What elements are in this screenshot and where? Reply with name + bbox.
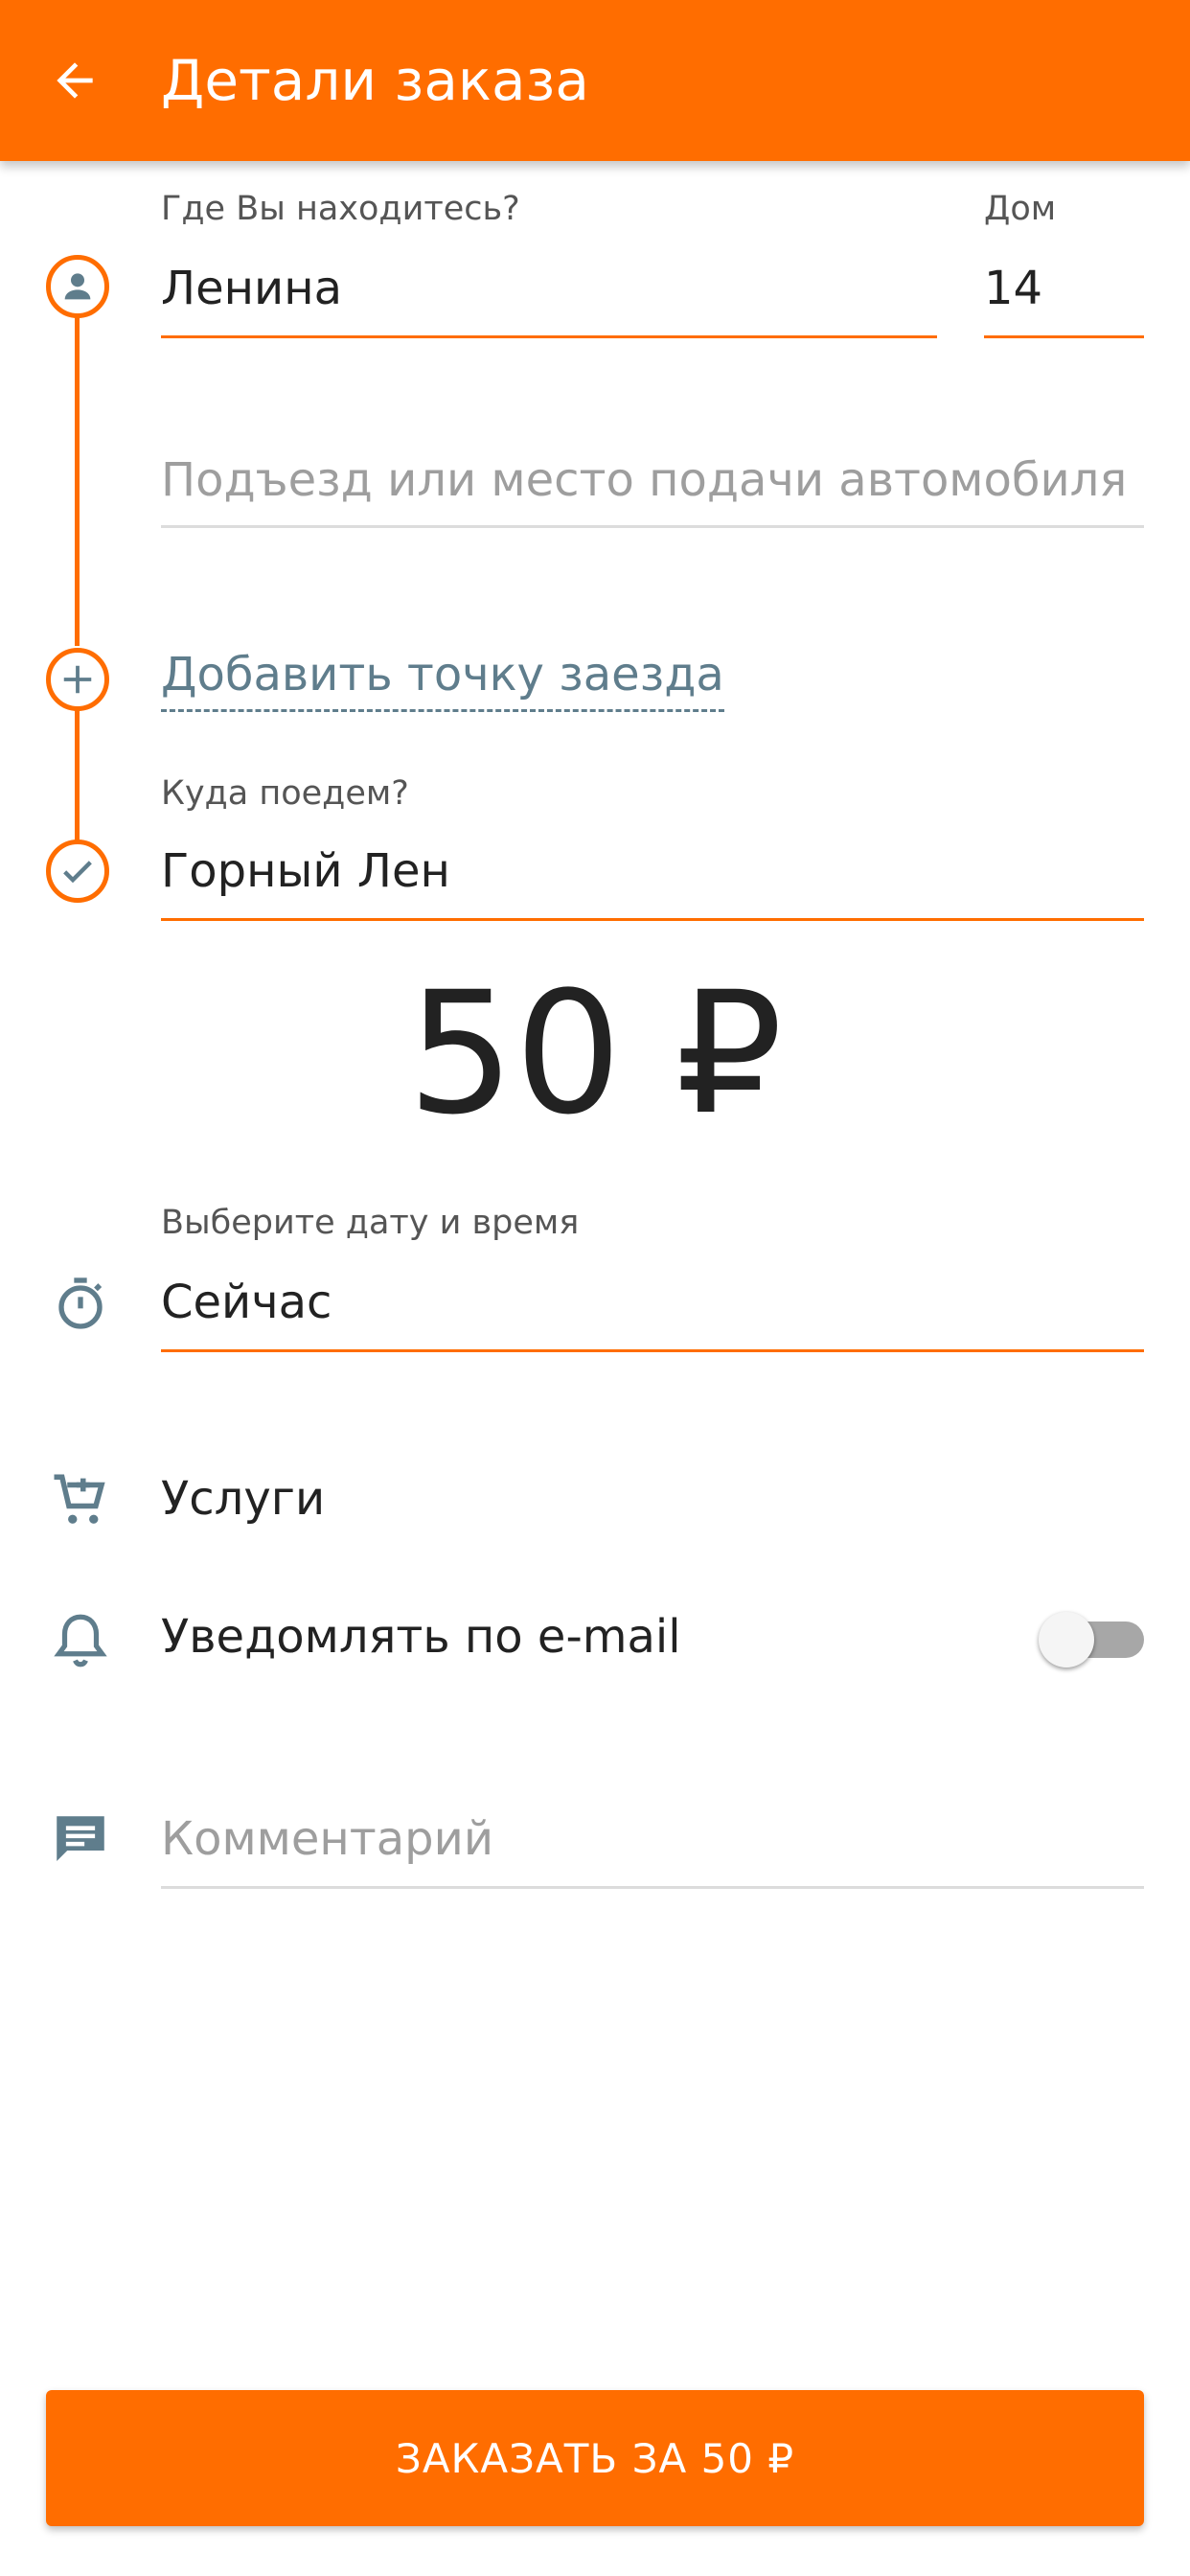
pickup-house-input[interactable] bbox=[984, 255, 1144, 322]
comment-icon bbox=[57, 1816, 104, 1861]
cart-plus-icon bbox=[54, 1474, 105, 1524]
notify-icon-wrap bbox=[46, 1606, 115, 1675]
datetime-input[interactable] bbox=[161, 1269, 1144, 1336]
bell-icon bbox=[54, 1614, 107, 1668]
app-bar: Детали заказа bbox=[0, 0, 1190, 161]
plus-icon bbox=[63, 665, 92, 694]
route-timeline-line bbox=[75, 316, 80, 646]
stopwatch-icon bbox=[58, 1277, 103, 1329]
pickup-street-input[interactable] bbox=[161, 255, 937, 322]
comment-icon-wrap bbox=[46, 1806, 115, 1874]
datetime-underline bbox=[161, 1349, 1144, 1352]
person-icon bbox=[64, 273, 91, 300]
toggle-knob bbox=[1039, 1612, 1094, 1668]
page-title: Детали заказа bbox=[161, 48, 589, 113]
add-stop-link[interactable]: Добавить точку заезда bbox=[161, 648, 724, 712]
datetime-label: Выберите дату и время bbox=[161, 1204, 580, 1242]
entrance-underline bbox=[161, 525, 1144, 528]
pickup-marker bbox=[46, 255, 109, 318]
back-button[interactable] bbox=[29, 34, 121, 126]
pickup-street-underline bbox=[161, 335, 937, 338]
route-timeline-line-lower bbox=[75, 709, 80, 841]
destination-underline bbox=[161, 918, 1144, 921]
entrance-input[interactable] bbox=[161, 447, 1144, 514]
destination-label: Куда поедем? bbox=[161, 774, 409, 813]
destination-marker bbox=[46, 840, 109, 903]
services-item[interactable]: Услуги bbox=[161, 1472, 325, 1526]
datetime-icon-wrap bbox=[46, 1269, 115, 1338]
arrow-left-icon bbox=[57, 62, 93, 99]
price-display: 50 ₽ bbox=[407, 955, 783, 1152]
pickup-house-underline bbox=[984, 335, 1144, 338]
email-notify-label: Уведомлять по e-mail bbox=[161, 1610, 681, 1664]
pickup-street-label: Где Вы находитесь? bbox=[161, 190, 520, 228]
pickup-house-label: Дом bbox=[984, 190, 1057, 228]
comment-input[interactable] bbox=[161, 1806, 1144, 1873]
services-icon-wrap bbox=[46, 1466, 115, 1535]
destination-input[interactable] bbox=[161, 838, 1144, 905]
email-notify-toggle[interactable] bbox=[1039, 1612, 1144, 1668]
check-icon bbox=[63, 861, 92, 884]
comment-underline bbox=[161, 1886, 1144, 1889]
add-stop-marker[interactable] bbox=[46, 648, 109, 711]
order-button[interactable]: ЗАКАЗАТЬ ЗА 50 ₽ bbox=[46, 2390, 1144, 2526]
